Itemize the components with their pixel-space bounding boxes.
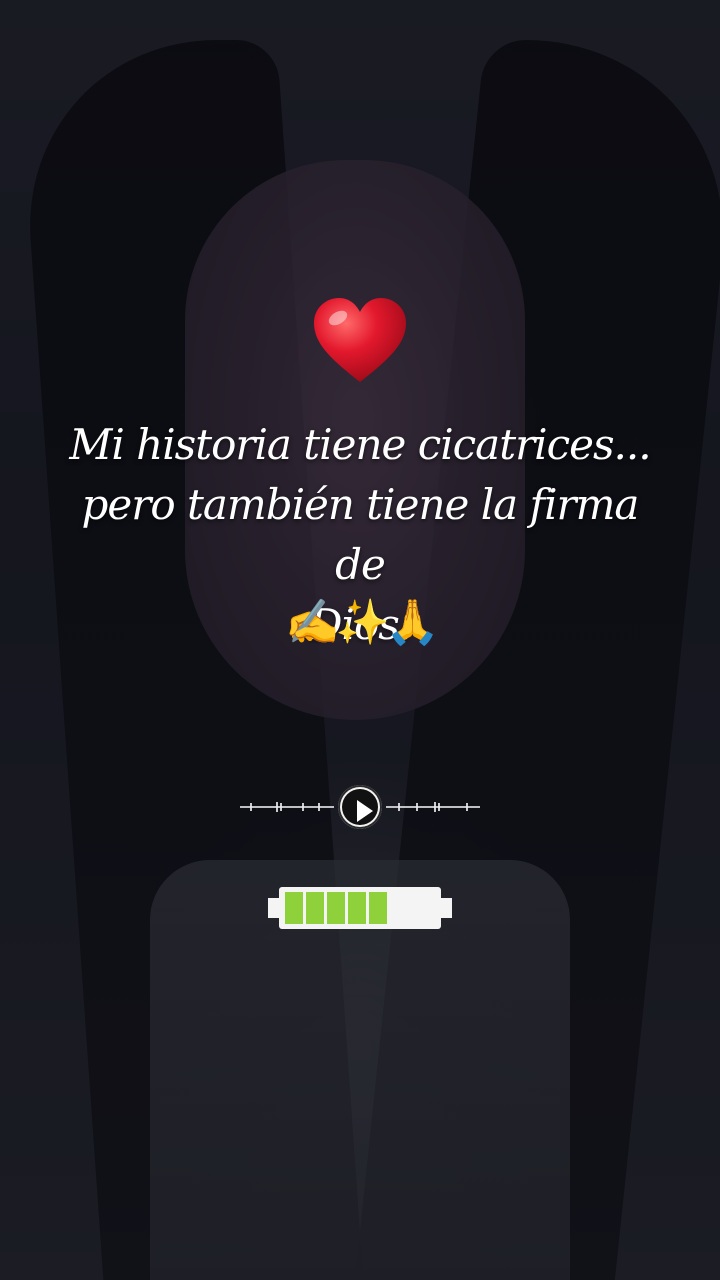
quote-line: Mi historia tiene cicatrices...: [69, 420, 651, 469]
play-button[interactable]: [338, 785, 382, 829]
emoji-row: ✍️✨🙏: [260, 593, 460, 653]
sparkles-icon: ✨: [335, 597, 390, 648]
folded-hands-icon: 🙏: [385, 597, 440, 648]
writing-hand-icon: ✍️: [285, 597, 340, 648]
waveform-left: [240, 802, 334, 812]
video-frame[interactable]: Mi historia tiene cicatrices... pero tam…: [0, 0, 720, 1280]
battery-level-cells: [285, 892, 387, 924]
post-overlay-content: Mi historia tiene cicatrices... pero tam…: [0, 0, 720, 1280]
red-heart-icon: [314, 298, 406, 382]
quote-line: pero también tiene la firma de: [81, 480, 640, 589]
play-icon: [342, 789, 378, 825]
waveform-right: [386, 802, 480, 812]
audio-player: [240, 785, 480, 829]
battery-icon: [268, 887, 452, 929]
